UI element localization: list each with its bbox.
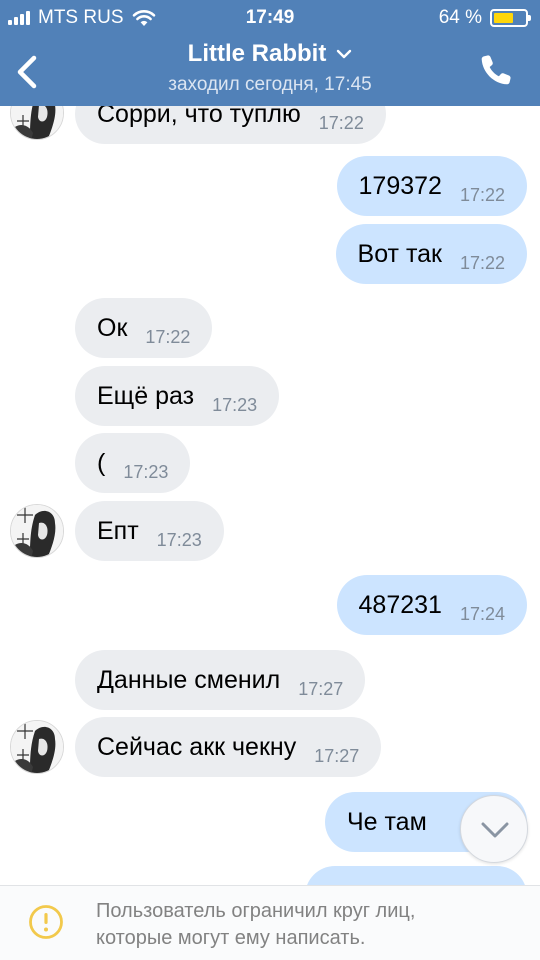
- battery-icon: [490, 9, 531, 27]
- avatar-image: [11, 505, 63, 557]
- avatar-image: [11, 106, 63, 139]
- message-bubble-outgoing[interactable]: Вот так 17:22: [335, 224, 527, 284]
- avatar-image: [11, 721, 63, 773]
- message-time: 17:22: [459, 253, 505, 273]
- message-text: 487231: [358, 591, 442, 619]
- chat-title[interactable]: Little Rabbit заходил сегодня, 17:45: [90, 40, 450, 96]
- avatar[interactable]: [10, 106, 64, 140]
- restriction-line-1: Пользователь ограничил круг лиц,: [96, 900, 416, 922]
- restriction-footer: Пользователь ограничил круг лиц, которые…: [0, 885, 540, 960]
- message-bubble-incoming[interactable]: Ещё раз 17:23: [75, 366, 280, 426]
- message-text: Данные сменил: [97, 666, 281, 694]
- chevron-down-icon: [481, 822, 509, 838]
- message-text: Сейчас акк чекну: [97, 733, 297, 761]
- message-bubble-incoming[interactable]: Сорри, что туплю 17:22: [75, 106, 386, 144]
- message-time: 17:27: [314, 746, 360, 766]
- message-bubble-incoming[interactable]: ( 17:23: [75, 433, 191, 493]
- message-time: 17:24: [459, 604, 505, 624]
- phone-icon[interactable]: [478, 52, 514, 88]
- message-time: 17:22: [459, 185, 505, 205]
- status-right: 64 %: [438, 7, 531, 29]
- battery-fill: [494, 13, 514, 23]
- avatar[interactable]: [10, 504, 64, 558]
- message-time: 17:27: [298, 679, 344, 699]
- message-bubble-outgoing[interactable]: 487231 17:24: [336, 575, 527, 635]
- restriction-message: Пользователь ограничил круг лиц, которые…: [96, 898, 516, 952]
- restriction-line-2: которые могут ему написать.: [96, 927, 366, 949]
- message-text: Сорри, что туплю: [97, 106, 301, 128]
- chevron-down-icon: [337, 49, 352, 59]
- battery-percent: 64 %: [438, 7, 482, 28]
- message-bubble-incoming[interactable]: Епт 17:23: [75, 501, 224, 561]
- message-time: 17:22: [318, 113, 364, 133]
- message-text: 179372: [358, 172, 442, 200]
- status-bar: MTS RUS 17:49 64 %: [0, 0, 540, 36]
- message-bubble-incoming[interactable]: Ок 17:22: [75, 298, 213, 358]
- message-time: 17:22: [145, 327, 191, 347]
- message-time: 17:23: [123, 462, 169, 482]
- contact-name: Little Rabbit: [187, 40, 327, 67]
- message-list[interactable]: Сорри, что туплю 17:22 179372 17:22 Вот …: [0, 106, 540, 885]
- last-seen: заходил сегодня, 17:45: [168, 74, 372, 95]
- top-bar: MTS RUS 17:49 64 % Little Rabbit заходил…: [0, 0, 540, 106]
- back-arrow-icon[interactable]: [10, 50, 46, 94]
- message-time: 17:23: [212, 395, 258, 415]
- message-text: (: [97, 449, 106, 477]
- avatar[interactable]: [10, 720, 64, 774]
- message-bubble-incoming[interactable]: Сейчас акк чекну 17:27: [75, 717, 382, 777]
- message-text: Вот так: [357, 240, 442, 268]
- message-time: 17:23: [156, 530, 202, 550]
- message-text: Че там: [347, 808, 427, 836]
- message-text: Епт: [97, 517, 139, 545]
- message-text: Ещё раз: [97, 382, 195, 410]
- scroll-down-button[interactable]: [460, 795, 528, 863]
- message-text: Ок: [97, 314, 128, 342]
- warning-icon: [29, 905, 63, 939]
- message-bubble-outgoing[interactable]: [305, 866, 527, 885]
- message-bubble-incoming[interactable]: Данные сменил 17:27: [75, 650, 366, 710]
- message-bubble-outgoing[interactable]: 179372 17:22: [336, 156, 527, 216]
